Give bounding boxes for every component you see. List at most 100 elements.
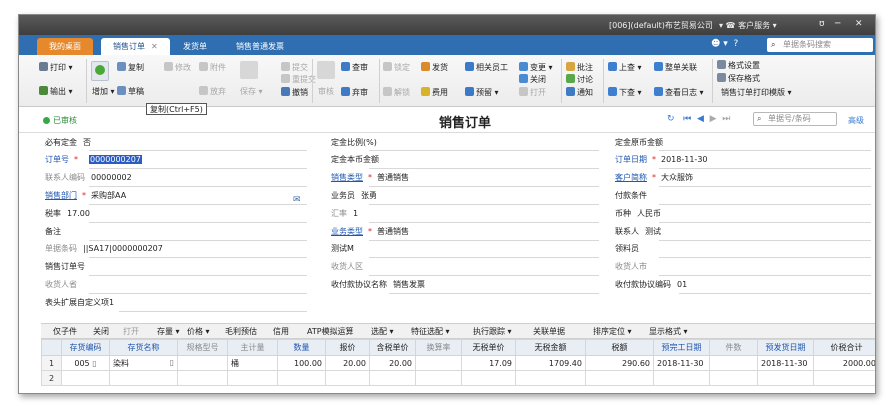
cell-quote[interactable]: 20.00 bbox=[325, 355, 370, 371]
save-format-button[interactable]: 保存格式 bbox=[717, 73, 760, 85]
cell-tax-price[interactable] bbox=[369, 370, 416, 386]
price-button[interactable]: 价格 ▾ bbox=[187, 326, 210, 337]
whole-relate-button[interactable]: 整单关联 bbox=[654, 62, 697, 74]
col-unit[interactable]: 主计量 bbox=[227, 339, 278, 356]
save-button[interactable]: 保存 ▾ bbox=[240, 86, 263, 98]
cell-inv-name[interactable] bbox=[109, 370, 178, 386]
abandon-audit-button[interactable]: 弃审 bbox=[341, 87, 368, 99]
ext1-field[interactable]: 表头扩展自定义项1 bbox=[45, 297, 114, 311]
refresh-icon[interactable]: ↻ bbox=[667, 114, 675, 124]
print-template-select[interactable]: 销售订单打印模版 ▾ bbox=[721, 87, 792, 99]
format-settings-button[interactable]: 格式设置 bbox=[717, 60, 760, 72]
next-button[interactable]: 下查 ▾ bbox=[608, 87, 642, 99]
audit-button[interactable]: 审核 bbox=[318, 86, 334, 98]
last-record-icon[interactable]: ⏭ bbox=[722, 114, 730, 124]
remark-field[interactable]: 备注 bbox=[45, 226, 61, 240]
order-no-field[interactable]: 订单号 * 0000000207 bbox=[45, 154, 142, 168]
col-spec[interactable]: 规格型号 bbox=[177, 339, 228, 356]
need-deposit-field[interactable]: 必有定金否 bbox=[45, 137, 91, 151]
cell-notax-amt[interactable]: 1709.40 bbox=[515, 355, 586, 371]
save-icon[interactable] bbox=[240, 61, 258, 79]
annotate-button[interactable]: 批注 bbox=[566, 62, 593, 74]
dept-field[interactable]: 销售部门 * 采购部AA bbox=[45, 190, 126, 204]
cell-finish-date[interactable]: 2018-11-30 bbox=[653, 355, 710, 371]
lock-button[interactable]: 锁定 bbox=[383, 62, 410, 74]
notify-button[interactable]: 通知 bbox=[566, 87, 593, 99]
payment-proto-field[interactable]: 收付款协议名称 销售发票 bbox=[331, 279, 425, 293]
order-date-field[interactable]: 订单日期 * 2018-11-30 bbox=[615, 154, 708, 168]
tab-delivery[interactable]: 发货单 bbox=[171, 38, 219, 55]
col-pieces[interactable]: 件数 bbox=[709, 339, 758, 356]
first-record-icon[interactable]: ⏮ bbox=[683, 114, 691, 124]
related-staff-button[interactable]: 相关员工 bbox=[465, 62, 508, 74]
col-finish-date[interactable]: 预完工日期 bbox=[653, 339, 710, 356]
related-doc-button[interactable]: 关联单据 bbox=[533, 326, 565, 337]
customer-label[interactable]: 客户简称 bbox=[615, 173, 647, 182]
tab-home[interactable]: 我的桌面 bbox=[37, 38, 93, 55]
abandon-button[interactable]: 放弃 bbox=[199, 86, 226, 98]
cell-notax-price[interactable] bbox=[461, 370, 516, 386]
cell-spec[interactable] bbox=[177, 355, 228, 371]
user-icon[interactable]: ☻ ▾ ? bbox=[711, 39, 738, 49]
cell-total[interactable] bbox=[813, 370, 875, 386]
cell-spec[interactable] bbox=[177, 370, 228, 386]
col-qty[interactable]: 数量 bbox=[277, 339, 326, 356]
cell-inv-code[interactable] bbox=[61, 370, 110, 386]
sale-type-field[interactable]: 销售类型 * 普通销售 bbox=[331, 172, 409, 186]
sale-type-label[interactable]: 销售类型 bbox=[331, 173, 363, 182]
dept-label[interactable]: 销售部门 bbox=[45, 191, 77, 200]
tab-close-icon[interactable]: ✕ bbox=[151, 42, 158, 51]
display-format-button[interactable]: 显示格式 ▾ bbox=[649, 326, 688, 337]
tax-rate-field[interactable]: 税率 17.00 bbox=[45, 208, 90, 222]
recv-district-field[interactable]: 收货人区 bbox=[331, 261, 363, 275]
revoke-button[interactable]: 撤销 bbox=[281, 87, 308, 99]
add-icon[interactable] bbox=[91, 61, 109, 81]
col-total[interactable]: 价税合计 bbox=[813, 339, 875, 356]
modify-button[interactable]: 修改 bbox=[164, 62, 191, 74]
table-row[interactable]: 1 005 ▯ 染料 ▯ 桶 100.00 20.00 20.00 17.09 1… bbox=[41, 355, 875, 371]
table-row[interactable]: 2 bbox=[41, 370, 875, 386]
col-tax-price[interactable]: 含税单价 bbox=[369, 339, 416, 356]
cell-tax-price[interactable]: 20.00 bbox=[369, 355, 416, 371]
open-order-button[interactable]: 打开 bbox=[519, 87, 546, 99]
barcode-search-input[interactable]: ⌕ 单据号/条码 bbox=[753, 112, 837, 126]
credit-button[interactable]: 信用 bbox=[273, 326, 289, 337]
cell-conv[interactable] bbox=[415, 355, 462, 371]
ship-button[interactable]: 发货 bbox=[421, 62, 448, 74]
payment-code-field[interactable]: 收付款协议编码 01 bbox=[615, 279, 687, 293]
sort-locate-button[interactable]: 排序定位 ▾ bbox=[593, 326, 632, 337]
col-inv-code[interactable]: 存货编码 bbox=[61, 339, 110, 356]
advanced-search-link[interactable]: 高级 bbox=[848, 115, 864, 126]
close-order-button[interactable]: 关闭 bbox=[519, 74, 546, 86]
draft-button[interactable]: 草稿 bbox=[117, 86, 144, 98]
change-button[interactable]: 变更 ▾ bbox=[519, 62, 553, 74]
check-review-button[interactable]: 查审 bbox=[341, 62, 368, 74]
barcode-field[interactable]: 单据条码 ||SA17|0000000207 bbox=[45, 243, 163, 257]
export-button[interactable]: 输出 ▾ bbox=[39, 86, 73, 98]
attach-button[interactable]: 附件 bbox=[199, 62, 226, 74]
feature-button[interactable]: 特征选配 ▾ bbox=[411, 326, 450, 337]
close-window-button[interactable]: ✕ bbox=[855, 19, 863, 29]
tab-sales-invoice[interactable]: 销售普通发票 bbox=[224, 38, 296, 55]
pay-terms-field[interactable]: 付款条件 bbox=[615, 190, 647, 204]
cell-pieces[interactable] bbox=[709, 355, 758, 371]
minimize-button[interactable]: ─ bbox=[835, 19, 840, 29]
cell-total[interactable]: 2000.00 bbox=[813, 355, 875, 371]
deposit-local-field[interactable]: 定金本币金额 bbox=[331, 154, 379, 168]
presale-button[interactable]: 预留 ▾ bbox=[465, 87, 499, 99]
salesman-field[interactable]: 业务员 张勇 bbox=[331, 190, 377, 204]
recv-province-field[interactable]: 收货人省 bbox=[45, 279, 77, 293]
prev-record-icon[interactable]: ◀ bbox=[697, 114, 704, 124]
deposit-ratio-field[interactable]: 定金比例(%) bbox=[331, 137, 377, 151]
customer-service-menu[interactable]: ▾ ☎ 客户服务 ▾ bbox=[719, 20, 777, 31]
atp-button[interactable]: ATP模拟运算 bbox=[307, 326, 354, 337]
cell-quote[interactable] bbox=[325, 370, 370, 386]
discuss-button[interactable]: 讨论 bbox=[566, 74, 593, 86]
currency-field[interactable]: 币种 人民币 bbox=[615, 208, 661, 222]
view-log-button[interactable]: 查看日志 ▾ bbox=[654, 87, 704, 99]
prev-button[interactable]: 上查 ▾ bbox=[608, 62, 642, 74]
cell-tax[interactable]: 290.60 bbox=[585, 355, 654, 371]
attachment-icon[interactable]: ▯ bbox=[92, 359, 96, 368]
pick-button[interactable]: 选配 ▾ bbox=[371, 326, 394, 337]
contact-field[interactable]: 联系人 测试 bbox=[615, 226, 661, 240]
